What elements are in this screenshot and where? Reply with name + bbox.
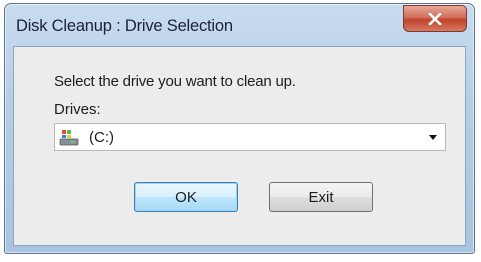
dialog-window: Disk Cleanup : Drive Selection Select th… bbox=[4, 3, 475, 254]
chevron-down-icon[interactable] bbox=[429, 135, 437, 140]
title-bar[interactable]: Disk Cleanup : Drive Selection bbox=[5, 4, 474, 46]
drives-label: Drives: bbox=[54, 101, 101, 118]
exit-button[interactable]: Exit bbox=[269, 182, 373, 212]
drive-icon bbox=[59, 130, 79, 146]
ok-button[interactable]: OK bbox=[134, 182, 238, 212]
selected-drive: (C:) bbox=[89, 129, 114, 146]
close-icon bbox=[428, 12, 442, 25]
instruction-text: Select the drive you want to clean up. bbox=[54, 73, 296, 90]
dialog-body: Select the drive you want to clean up. D… bbox=[13, 46, 466, 246]
close-button[interactable] bbox=[403, 5, 467, 32]
window-title: Disk Cleanup : Drive Selection bbox=[16, 17, 233, 35]
drive-select[interactable]: (C:) bbox=[54, 123, 446, 151]
